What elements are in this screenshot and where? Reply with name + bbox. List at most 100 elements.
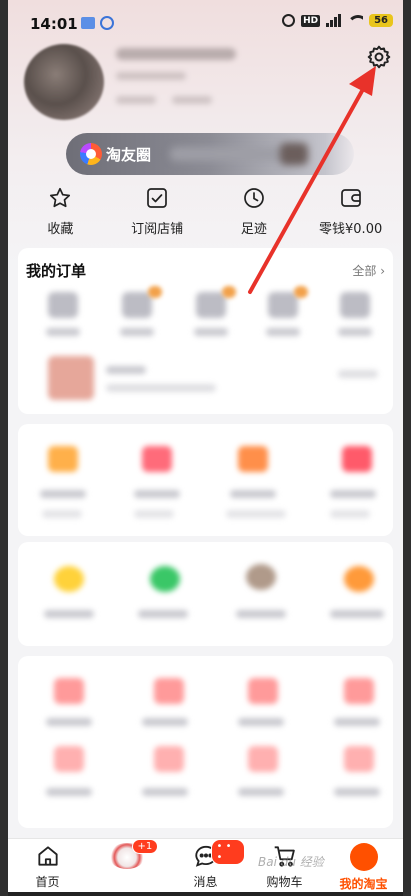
blurred-order-badge <box>222 286 236 298</box>
promo-badge: +1 <box>131 839 159 854</box>
blurred-tool-icon[interactable] <box>248 746 278 772</box>
tab-label: 首页 <box>35 875 60 889</box>
blurred-tool-icon[interactable] <box>142 446 172 472</box>
status-bar: 14:01 HD 56 <box>8 0 403 44</box>
blurred-tool-label <box>44 610 94 618</box>
blurred-tool-icon[interactable] <box>344 566 374 592</box>
battery-icon: 56 <box>369 14 393 27</box>
tools-card-1 <box>18 424 393 536</box>
blurred-tool-icon[interactable] <box>48 446 78 472</box>
blurred-tool-label <box>142 788 188 796</box>
blurred-friend-avatar <box>280 143 308 165</box>
blurred-tool-sublabel <box>42 510 82 518</box>
tab-label: 消息 <box>193 875 218 889</box>
blurred-tool-icon[interactable] <box>150 566 180 592</box>
wallet-icon <box>340 189 361 207</box>
blurred-tool-label <box>334 788 380 796</box>
blurred-tool-icon[interactable] <box>54 678 84 704</box>
notification-badge-icon <box>100 16 114 30</box>
profile-circle-icon <box>349 843 378 871</box>
tab-my-taobao[interactable]: 我的淘宝 <box>325 839 403 896</box>
home-icon <box>37 846 58 866</box>
blurred-tool-icon[interactable] <box>238 446 268 472</box>
blurred-tool-icon[interactable] <box>344 746 374 772</box>
blurred-tool-label <box>46 718 92 726</box>
blurred-order-status-icon[interactable] <box>122 292 152 318</box>
blurred-tool-label <box>138 610 188 618</box>
blurred-order-label <box>46 328 80 336</box>
blurred-order-status-icon[interactable] <box>196 292 226 318</box>
blurred-tool-label <box>238 718 284 726</box>
blurred-order-status-icon[interactable] <box>340 292 370 318</box>
orders-card: 我的订单 全部 › <box>18 248 393 414</box>
gear-icon[interactable] <box>366 44 392 70</box>
blurred-order-item-thumbnail[interactable] <box>48 356 94 400</box>
quick-action-label: 足迹 <box>240 222 267 237</box>
quick-action-subscribed-stores[interactable]: 订阅店铺 <box>111 186 203 237</box>
wifi-icon <box>347 14 364 27</box>
bottom-tab-bar: 首页 +1 • • • 消息 购物车 我的淘宝 <box>8 838 403 896</box>
star-icon <box>50 187 71 208</box>
store-check-icon <box>147 188 167 208</box>
blurred-tool-icon[interactable] <box>54 566 84 592</box>
orders-view-all-link[interactable]: 全部 › <box>352 262 385 279</box>
tab-promo[interactable]: +1 <box>88 839 166 896</box>
blurred-user-stat-2 <box>172 96 212 104</box>
quick-action-wallet[interactable]: 零钱¥0.00 <box>305 186 397 237</box>
blurred-order-label <box>338 328 372 336</box>
tools-card-2 <box>18 542 393 646</box>
blurred-tool-icon[interactable] <box>248 678 278 704</box>
blurred-tool-label <box>40 490 86 498</box>
blurred-user-stat-1 <box>116 96 156 104</box>
blurred-order-item-desc <box>106 384 216 392</box>
system-nav-strip <box>8 892 403 896</box>
blurred-order-status-icon[interactable] <box>268 292 298 318</box>
quick-action-label: 零钱¥0.00 <box>319 222 383 237</box>
blurred-order-label <box>266 328 300 336</box>
quick-actions-row: 收藏 订阅店铺 足迹 零钱¥0.00 <box>8 186 403 237</box>
messages-badge: • • • <box>210 839 245 865</box>
phone-screen: 14:01 HD 56 淘友圈 收藏 订阅店铺 足迹 零钱¥0.00 我的订单 … <box>8 0 403 896</box>
blurred-user-info <box>116 72 186 80</box>
quick-action-label: 收藏 <box>47 222 74 237</box>
friends-circle-logo-icon <box>80 143 102 165</box>
blurred-tool-label <box>330 490 376 498</box>
friends-circle-banner[interactable]: 淘友圈 <box>66 133 354 175</box>
signal-icon <box>326 14 342 27</box>
blurred-tool-label <box>230 490 276 498</box>
blurred-tool-sublabel <box>330 510 370 518</box>
blurred-order-item-title <box>106 366 146 374</box>
watermark: Bai du 经验 <box>258 855 324 869</box>
notification-app-icon <box>81 17 95 29</box>
blurred-tool-label <box>142 718 188 726</box>
status-indicators: HD 56 <box>282 14 393 27</box>
blurred-tool-icon[interactable] <box>154 746 184 772</box>
blurred-order-badge <box>148 286 162 298</box>
quick-action-favorites[interactable]: 收藏 <box>14 186 106 237</box>
quick-action-footprints[interactable]: 足迹 <box>208 186 300 237</box>
blurred-order-status-icon[interactable] <box>48 292 78 318</box>
avatar[interactable] <box>24 44 104 120</box>
blurred-tool-icon[interactable] <box>344 678 374 704</box>
quick-action-label: 订阅店铺 <box>131 222 184 237</box>
blurred-username <box>116 48 236 60</box>
blurred-tool-sublabel <box>134 510 174 518</box>
blurred-order-label <box>194 328 228 336</box>
blurred-tool-icon[interactable] <box>246 564 276 590</box>
blurred-tool-label <box>236 610 286 618</box>
blurred-tool-label <box>330 610 384 618</box>
blurred-order-item-status <box>338 370 378 378</box>
blurred-tool-icon[interactable] <box>154 678 184 704</box>
blurred-tool-icon[interactable] <box>342 446 372 472</box>
tab-home[interactable]: 首页 <box>9 839 87 896</box>
blurred-tool-sublabel <box>226 510 286 518</box>
alarm-icon <box>282 14 296 27</box>
blurred-tool-icon[interactable] <box>54 746 84 772</box>
friends-circle-label: 淘友圈 <box>106 146 152 164</box>
blurred-tool-label <box>134 490 180 498</box>
tab-messages[interactable]: • • • 消息 <box>167 839 245 896</box>
orders-title: 我的订单 <box>26 262 87 280</box>
status-time: 14:01 <box>30 15 78 33</box>
blurred-order-label <box>120 328 154 336</box>
blurred-tool-label <box>46 788 92 796</box>
